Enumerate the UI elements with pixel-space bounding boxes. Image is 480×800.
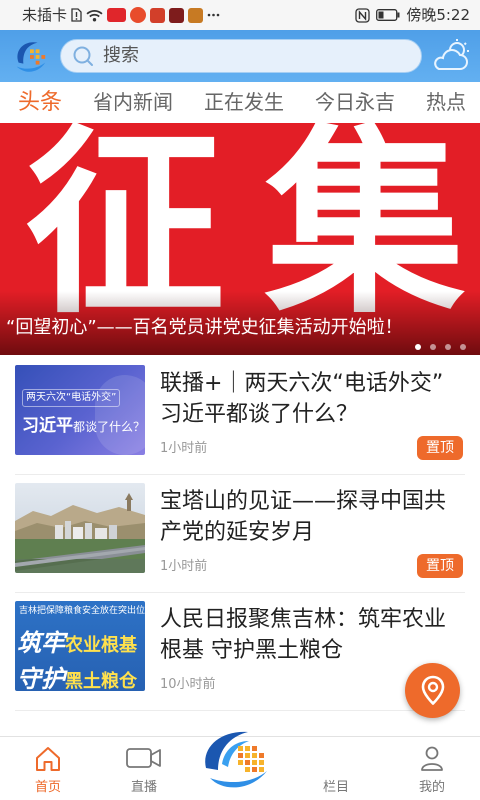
battery-fill: [378, 11, 384, 19]
sim-alert-icon: [71, 8, 82, 22]
tab-hot-topics[interactable]: 热点: [426, 82, 466, 123]
carousel-dot[interactable]: [430, 344, 436, 350]
pinned-badge: 置顶: [417, 436, 463, 460]
nav-label: 直播: [130, 780, 157, 795]
location-button[interactable]: [405, 663, 460, 718]
app-notification-icon: [188, 7, 204, 23]
nav-icon-wrap: [96, 743, 192, 773]
clock: 傍晚5:22: [406, 6, 470, 24]
news-time: 1小时前: [160, 441, 208, 456]
news-title-line: 人民日报聚焦吉林：筑牢农业: [160, 607, 447, 632]
news-time: 10小时前: [160, 677, 216, 692]
news-title-line: 联播+｜两天六次“电话外交”: [160, 371, 444, 396]
wifi-icon: [86, 9, 103, 21]
news-title-line: 宝塔山的见证——探寻中国共: [160, 489, 447, 514]
thumbnail-text: 黑土粮仓: [65, 671, 137, 691]
news-item[interactable]: 吉林把保障粮食安全放在突出位置 筑牢农业根基 守护黑土粮仓 人民日报聚焦吉林：筑…: [15, 593, 465, 711]
nfc-icon: [355, 7, 370, 23]
carrier-label: 未插卡: [22, 6, 68, 24]
nav-icon-wrap: [0, 743, 96, 773]
nav-label: 首页: [34, 780, 61, 795]
nav-live[interactable]: 直播: [96, 737, 192, 800]
news-title-line: 产党的延安岁月: [160, 520, 315, 545]
weather-cloud-sun-icon[interactable]: [431, 38, 471, 74]
news-title[interactable]: 人民日报聚焦吉林：筑牢农业 根基 守护黑土粮仓: [160, 604, 446, 666]
nav-icon-wrap: [384, 743, 480, 773]
news-title[interactable]: 宝塔山的见证——探寻中国共 产党的延安岁月: [160, 486, 446, 548]
news-thumbnail[interactable]: 吉林把保障粮食安全放在突出位置 筑牢农业根基 守护黑土粮仓: [15, 601, 145, 691]
thumbnail-text: 守护: [17, 665, 65, 691]
carousel-dots: [415, 344, 466, 350]
app-logo-icon[interactable]: [11, 37, 49, 75]
tab-province-news[interactable]: 省内新闻: [93, 82, 173, 123]
nav-label: 我的: [418, 780, 445, 795]
tab-happening-now[interactable]: 正在发生: [204, 82, 284, 123]
news-title-line: 根基 守护黑土粮仓: [160, 638, 343, 663]
video-camera-icon: [126, 748, 161, 768]
app-logo-icon[interactable]: [200, 726, 274, 792]
thumbnail-text: 习近平: [22, 416, 73, 436]
pinned-badge: 置顶: [417, 554, 463, 578]
news-thumbnail[interactable]: 两天六次“电话外交” 习近平都谈了什么？: [15, 365, 145, 455]
thumbnail-headline: 筑牢农业根基: [17, 623, 137, 658]
tab-headlines[interactable]: 头条: [18, 82, 62, 123]
thumbnail-headline: 习近平都谈了什么？: [22, 411, 145, 436]
person-icon: [421, 746, 443, 771]
status-bar: 未插卡 傍晚5:22: [0, 0, 480, 30]
search-icon: [73, 46, 93, 66]
news-time: 1小时前: [160, 559, 208, 574]
carousel-dot[interactable]: [445, 344, 451, 350]
thumbnail-headline: 守护黑土粮仓: [17, 659, 137, 691]
app-notification-icon: [107, 8, 127, 22]
search-bar[interactable]: 搜索: [60, 39, 422, 73]
location-pin-icon: [421, 675, 445, 705]
app-header: 搜索: [0, 30, 480, 82]
nav-columns[interactable]: 栏目: [288, 737, 384, 800]
status-left: 未插卡: [22, 0, 220, 30]
nav-home[interactable]: 首页: [0, 737, 96, 800]
more-notifications-icon: [207, 13, 220, 17]
banner-caption: “回望初心”——百名党员讲党史征集活动开始啦！: [6, 317, 403, 338]
news-title-line: 习近平都谈了什么？: [160, 402, 359, 427]
battery-icon: [376, 9, 400, 21]
thumbnail-text: 两天六次“电话外交”: [22, 389, 121, 407]
thumbnail-text: 农业根基: [65, 635, 137, 656]
app-notification-icon: [169, 7, 185, 23]
news-item[interactable]: 宝塔山的见证——探寻中国共 产党的延安岁月 1小时前 置顶: [15, 475, 465, 593]
carousel-dot[interactable]: [415, 344, 421, 350]
category-tabs: 头条 省内新闻 正在发生 今日永吉 热点: [0, 82, 480, 123]
thumbnail-text: 筑牢: [17, 629, 65, 657]
news-title[interactable]: 联播+｜两天六次“电话外交” 习近平都谈了什么？: [160, 368, 443, 430]
thumbnail-text: 都谈了什么？: [73, 420, 145, 434]
tab-today-yongji[interactable]: 今日永吉: [315, 82, 395, 123]
home-icon: [36, 747, 60, 771]
carousel-dot[interactable]: [460, 344, 466, 350]
thumbnail-text: 吉林把保障粮食安全放在突出位置: [19, 606, 145, 616]
news-thumbnail[interactable]: [15, 483, 145, 573]
nav-label: 栏目: [322, 780, 349, 795]
nav-profile[interactable]: 我的: [384, 737, 480, 800]
search-placeholder: 搜索: [103, 45, 139, 66]
news-list: 两天六次“电话外交” 习近平都谈了什么？ 联播+｜两天六次“电话外交” 习近平都…: [0, 357, 480, 711]
app-notification-icon: [150, 7, 166, 23]
app-notification-icon: [130, 7, 147, 23]
banner-carousel[interactable]: 征 集 “回望初心”——百名党员讲党史征集活动开始啦！: [0, 123, 480, 355]
cityscape-photo: [15, 483, 145, 573]
news-item[interactable]: 两天六次“电话外交” 习近平都谈了什么？ 联播+｜两天六次“电话外交” 习近平都…: [15, 357, 465, 475]
status-right: 傍晚5:22: [355, 0, 470, 30]
